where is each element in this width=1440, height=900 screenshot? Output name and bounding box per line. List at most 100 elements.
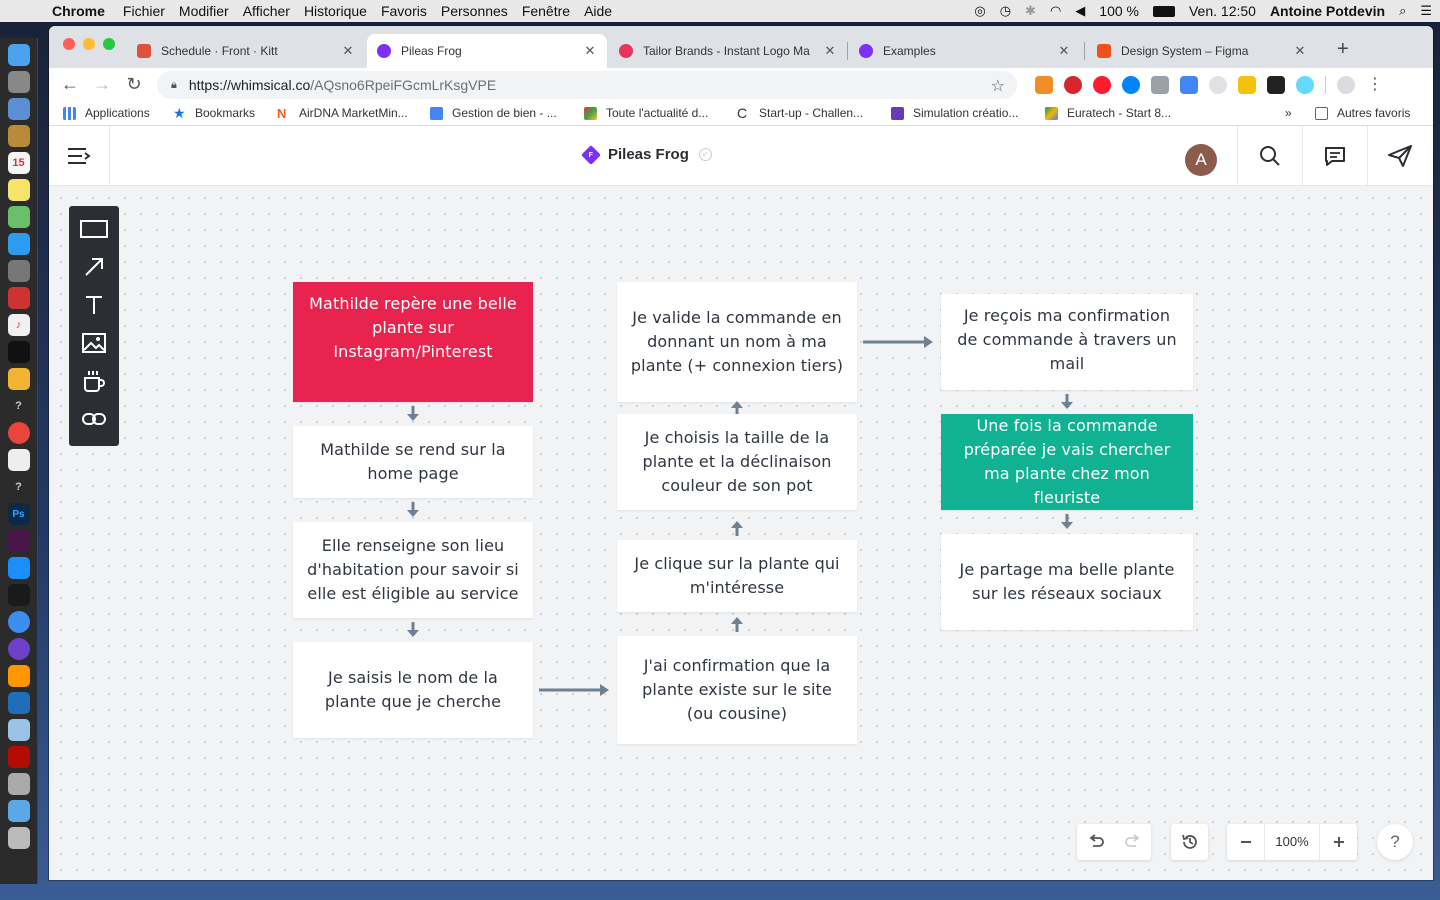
tab-tailor-brands[interactable]: Tailor Brands - Instant Logo Ma ✕: [609, 34, 847, 68]
document-title[interactable]: F Pileas Frog ✓: [581, 144, 712, 165]
zoom-window-button[interactable]: [103, 38, 115, 50]
time-machine-icon[interactable]: ◷: [1000, 3, 1011, 19]
minimize-window-button[interactable]: [83, 38, 95, 50]
menu-fenetre[interactable]: Fenêtre: [522, 3, 580, 19]
zoom-out-button[interactable]: [1227, 824, 1264, 860]
translate-extension-icon[interactable]: [1180, 76, 1198, 94]
back-button[interactable]: ←: [59, 74, 81, 95]
menu-aide[interactable]: Aide: [584, 3, 622, 19]
notification-center-icon[interactable]: ☰: [1420, 3, 1432, 19]
photoshop-icon[interactable]: Ps: [7, 503, 30, 525]
new-tab-button[interactable]: +: [1337, 38, 1349, 61]
search-button[interactable]: [1237, 126, 1302, 185]
preview-icon[interactable]: [7, 98, 30, 120]
comments-button[interactable]: [1302, 126, 1367, 185]
menu-user[interactable]: Antoine Potdevin: [1270, 3, 1385, 19]
terminal-icon[interactable]: [7, 341, 30, 363]
facebook-extension-icon[interactable]: [1151, 76, 1169, 94]
tab-pileas-frog[interactable]: Pileas Frog ✕: [367, 34, 607, 68]
bookmarks-overflow-button[interactable]: »: [1285, 106, 1292, 120]
flow-card-confirmation[interactable]: J'ai confirmation que la plante existe s…: [617, 636, 857, 744]
zoom-in-button[interactable]: [1320, 824, 1357, 860]
menu-personnes[interactable]: Personnes: [441, 3, 518, 19]
sidebar-toggle-button[interactable]: [49, 126, 110, 185]
bookmark-simulation[interactable]: Simulation créatio...: [891, 106, 1018, 120]
github-icon[interactable]: [7, 638, 30, 660]
bookmark-gestion[interactable]: Gestion de bien - ...: [430, 106, 557, 120]
messages-icon[interactable]: [7, 233, 30, 255]
bookmark-bookmarks[interactable]: ★ Bookmarks: [173, 106, 255, 121]
battery-percent[interactable]: 100 %: [1099, 3, 1139, 19]
arrow-tool[interactable]: [80, 254, 108, 280]
dark-app-icon[interactable]: [7, 584, 30, 606]
flow-card-share[interactable]: Je partage ma belle plante sur les résea…: [941, 534, 1193, 630]
chrome-icon[interactable]: [7, 422, 30, 444]
documents-folder-icon[interactable]: [7, 800, 30, 822]
maps-icon[interactable]: [7, 206, 30, 228]
downloads-folder-icon[interactable]: [7, 719, 30, 741]
creative-cloud-icon[interactable]: ◎: [974, 3, 985, 19]
menu-fichier[interactable]: Fichier: [123, 3, 175, 19]
flow-card-validate-order[interactable]: Je valide la commande en donnant un nom …: [617, 282, 857, 402]
undo-button[interactable]: [1077, 824, 1114, 860]
redo-button[interactable]: [1114, 824, 1151, 860]
tab-close-icon[interactable]: ✕: [1057, 43, 1071, 59]
screenshot-folder-icon[interactable]: [7, 773, 30, 795]
eyedropper-extension-icon[interactable]: [1238, 76, 1256, 94]
flow-card-choose-size[interactable]: Je choisis la taille de la plante et la …: [617, 414, 857, 510]
flow-card-email-confirmation[interactable]: Je reçois ma confirmation de commande à …: [941, 294, 1193, 390]
system-prefs-icon[interactable]: [7, 260, 30, 282]
opera-extension-icon[interactable]: [1093, 76, 1111, 94]
messenger-extension-icon[interactable]: [1122, 76, 1140, 94]
unknown-app-icon[interactable]: ?: [8, 395, 30, 417]
image-tool[interactable]: [80, 330, 108, 356]
volume-icon[interactable]: ◀: [1075, 3, 1085, 19]
tab-schedule[interactable]: Schedule · Front · Kitt ✕: [127, 34, 365, 68]
acrobat-icon[interactable]: [7, 746, 30, 768]
zoom-level[interactable]: 100%: [1264, 824, 1320, 860]
bookmark-euratech[interactable]: Euratech - Start 8...: [1045, 106, 1171, 120]
honey-extension-icon[interactable]: [1035, 76, 1053, 94]
flow-card-instagram[interactable]: Mathilde repère une belle plante sur Ins…: [293, 282, 533, 402]
stickies-icon[interactable]: [7, 179, 30, 201]
bookmark-airdna[interactable]: N AirDNA MarketMin...: [277, 106, 408, 120]
bookmark-star-icon[interactable]: ☆: [991, 76, 1005, 96]
avatar[interactable]: A: [1185, 144, 1217, 176]
tab-close-icon[interactable]: ✕: [823, 43, 837, 59]
bluetooth-icon[interactable]: ✱: [1025, 3, 1036, 19]
music-icon[interactable]: ♪: [7, 314, 30, 336]
help-button[interactable]: ?: [1377, 824, 1413, 860]
flow-card-pickup[interactable]: Une fois la commande préparée je vais ch…: [941, 414, 1193, 510]
tab-examples[interactable]: Examples ✕: [849, 34, 1081, 68]
bookmark-applications[interactable]: Applications: [63, 106, 150, 120]
flow-card-location[interactable]: Elle renseigne son lieu d'habitation pou…: [293, 522, 533, 618]
menu-afficher[interactable]: Afficher: [243, 3, 300, 19]
cup-tool[interactable]: [80, 368, 108, 394]
bookmark-actualite[interactable]: Toute l'actualité d...: [584, 106, 708, 120]
tab-close-icon[interactable]: ✕: [583, 43, 597, 59]
tab-close-icon[interactable]: ✕: [1293, 43, 1307, 59]
share-button[interactable]: [1367, 126, 1432, 185]
vscode-icon[interactable]: [7, 692, 30, 714]
chrome-menu-icon[interactable]: ⋮: [1366, 76, 1384, 94]
reload-button[interactable]: ↻: [123, 74, 145, 95]
spotlight-icon[interactable]: ⌕: [1399, 3, 1406, 19]
text-tool[interactable]: [80, 292, 108, 318]
finder-icon[interactable]: [7, 44, 30, 66]
menu-clock[interactable]: Ven. 12:50: [1189, 3, 1256, 19]
bookmark-other[interactable]: Autres favoris: [1315, 106, 1410, 120]
board-canvas[interactable]: Mathilde repère une belle plante sur Ins…: [49, 186, 1433, 880]
wifi-icon[interactable]: ◠: [1050, 3, 1061, 19]
textedit-icon[interactable]: [7, 449, 30, 471]
app-store-icon[interactable]: [7, 557, 30, 579]
forward-button[interactable]: →: [91, 74, 113, 95]
profile-icon[interactable]: [1337, 76, 1355, 94]
tab-close-icon[interactable]: ✕: [341, 43, 355, 59]
code-extension-icon[interactable]: [1209, 76, 1227, 94]
menu-app-name[interactable]: Chrome: [52, 3, 115, 19]
flow-card-search-plant[interactable]: Je saisis le nom de la plante que je che…: [293, 642, 533, 738]
battery-icon[interactable]: [1152, 5, 1175, 17]
menu-favoris[interactable]: Favoris: [381, 3, 437, 19]
flow-card-click-plant[interactable]: Je clique sur la plante qui m'intéresse: [617, 540, 857, 612]
rectangle-tool[interactable]: [80, 216, 108, 242]
